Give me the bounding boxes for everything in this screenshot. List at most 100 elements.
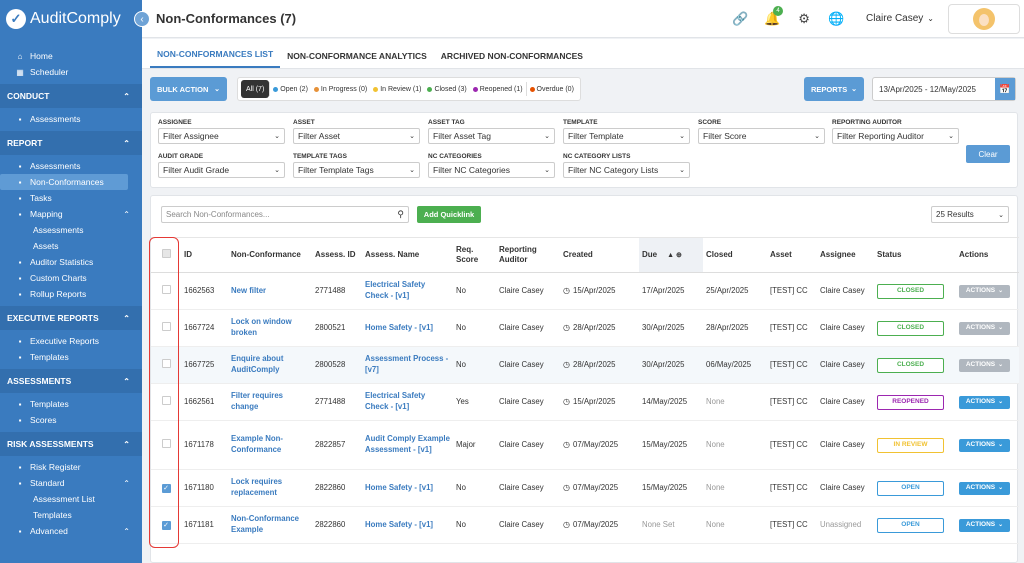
- column-header-assess-id[interactable]: Assess. ID: [312, 237, 362, 273]
- sidebar-item-assessment-list[interactable]: Assessment List: [0, 491, 142, 507]
- status-filter-chip[interactable]: Reopened (1): [470, 80, 526, 98]
- sidebar-item-assessments[interactable]: ▪ Assessments: [0, 111, 142, 127]
- sidebar-item-executive-reports[interactable]: ▪ Executive Reports: [0, 333, 142, 349]
- status-filter-chip[interactable]: Overdue (0): [527, 80, 577, 98]
- status-filter-chip[interactable]: In Review (1): [370, 80, 424, 98]
- bulk-action-button[interactable]: BULK ACTION ⌄: [150, 77, 227, 101]
- user-name[interactable]: Claire Casey: [866, 13, 923, 24]
- nc-title-link[interactable]: Filter requires change: [231, 391, 283, 411]
- filter-select[interactable]: Filter Asset ⌄: [293, 128, 420, 144]
- column-header-assignee[interactable]: Assignee: [817, 237, 874, 273]
- column-header-actions[interactable]: Actions: [956, 237, 1019, 273]
- filter-select[interactable]: Filter Asset Tag ⌄: [428, 128, 555, 144]
- column-header-created[interactable]: Created: [560, 237, 639, 273]
- sidebar-item-assessments[interactable]: Assessments: [0, 222, 142, 238]
- sidebar-item-scores[interactable]: ▪ Scores: [0, 412, 142, 428]
- filter-select[interactable]: Filter Assignee ⌄: [158, 128, 285, 144]
- row-checkbox[interactable]: [161, 395, 171, 405]
- sort-asc-icon[interactable]: ▲: [665, 252, 674, 259]
- chevron-up-icon[interactable]: ⌃: [123, 377, 130, 386]
- assessment-name-link[interactable]: Electrical Safety Check - [v1]: [365, 280, 425, 300]
- chevron-up-icon[interactable]: ⌃: [123, 210, 130, 219]
- sidebar-item-auditor-statistics[interactable]: ▪ Auditor Statistics: [0, 254, 142, 270]
- collapse-sidebar-button[interactable]: ‹: [134, 11, 150, 27]
- filter-select[interactable]: Filter Template ⌄: [563, 128, 690, 144]
- column-header-req-score[interactable]: Req. Score: [453, 237, 496, 273]
- table-row[interactable]: 1671178 Example Non-Conformance 2822857 Aud…: [151, 420, 1019, 470]
- gear-icon[interactable]: ⚙: [788, 11, 820, 27]
- row-actions-button[interactable]: ACTIONS ⌄: [959, 321, 1010, 335]
- assessment-name-link[interactable]: Audit Comply Example Assessment - [v1]: [365, 434, 450, 454]
- lock-icon[interactable]: ⊕: [674, 252, 682, 259]
- sidebar-item-custom-charts[interactable]: ▪ Custom Charts: [0, 270, 142, 286]
- row-actions-button[interactable]: ACTIONS ⌄: [959, 438, 1010, 452]
- table-row[interactable]: 1667725 Enquire about AuditComply 2800528 A…: [151, 346, 1019, 384]
- sidebar-item-advanced[interactable]: ▪ Advanced ⌃: [0, 523, 142, 539]
- sidebar-section-header[interactable]: REPORT ⌃: [0, 131, 142, 155]
- filter-select[interactable]: Filter Score ⌄: [698, 128, 825, 144]
- chevron-up-icon[interactable]: ⌃: [123, 92, 130, 101]
- sidebar-item-home[interactable]: ⌂ Home: [0, 48, 142, 64]
- status-filter-chip[interactable]: Closed (3): [424, 80, 469, 98]
- sidebar-item-templates[interactable]: ▪ Templates: [0, 349, 142, 365]
- row-checkbox[interactable]: [161, 321, 171, 331]
- filter-select[interactable]: Filter NC Categories ⌄: [428, 162, 555, 178]
- chevron-up-icon[interactable]: ⌃: [123, 314, 130, 323]
- row-checkbox[interactable]: [161, 284, 171, 294]
- table-row[interactable]: ✓ 1671180 Lock requires replacement 2822860…: [151, 469, 1019, 507]
- nc-title-link[interactable]: New filter: [231, 286, 266, 295]
- clear-filters-button[interactable]: Clear: [966, 145, 1010, 163]
- column-header-due[interactable]: Due ▲ ⊕: [639, 237, 703, 273]
- assessment-name-link[interactable]: Home Safety - [v1]: [365, 483, 433, 492]
- row-checkbox[interactable]: [161, 438, 171, 448]
- sidebar-item-standard[interactable]: ▪ Standard ⌃: [0, 475, 142, 491]
- sidebar-item-assets[interactable]: Assets: [0, 238, 142, 254]
- table-row[interactable]: 1667724 Lock on window broken 2800521 Home …: [151, 309, 1019, 347]
- select-all-checkbox[interactable]: [161, 249, 171, 258]
- column-header-closed[interactable]: Closed: [703, 237, 767, 273]
- filter-select[interactable]: Filter NC Category Lists ⌄: [563, 162, 690, 178]
- sidebar-item-rollup-reports[interactable]: ▪ Rollup Reports: [0, 286, 142, 302]
- row-checkbox[interactable]: ✓: [161, 520, 171, 530]
- status-filter-chip[interactable]: All (7): [241, 80, 270, 98]
- filter-select[interactable]: Filter Reporting Auditor ⌄: [832, 128, 959, 144]
- assessment-name-link[interactable]: Assessment Process - [v7]: [365, 354, 448, 374]
- assessment-name-link[interactable]: Electrical Safety Check - [v1]: [365, 391, 425, 411]
- status-filter-chip[interactable]: Open (2): [270, 80, 311, 98]
- sidebar-item-templates[interactable]: ▪ Templates: [0, 396, 142, 412]
- sidebar-item-mapping[interactable]: ▪ Mapping ⌃: [0, 206, 142, 222]
- sidebar-item-templates[interactable]: Templates: [0, 507, 142, 523]
- sidebar-item-tasks[interactable]: ▪ Tasks: [0, 190, 142, 206]
- sidebar-item-scheduler[interactable]: ▦ Scheduler: [0, 64, 142, 80]
- status-filter-chip[interactable]: In Progress (0): [311, 80, 370, 98]
- sidebar-item-risk-register[interactable]: ▪ Risk Register: [0, 459, 142, 475]
- sidebar-section-header[interactable]: CONDUCT ⌃: [0, 84, 142, 108]
- chevron-down-icon[interactable]: ⌄: [927, 14, 934, 23]
- table-row[interactable]: 1662563 New filter 2771488 Electrical Safet…: [151, 272, 1019, 310]
- search-input[interactable]: Search Non-Conformances... ⚲: [161, 206, 409, 223]
- column-header-id[interactable]: ID: [181, 237, 228, 273]
- add-quicklink-button[interactable]: Add Quicklink: [417, 206, 481, 223]
- nc-title-link[interactable]: Enquire about AuditComply: [231, 354, 283, 374]
- nc-title-link[interactable]: Lock on window broken: [231, 317, 292, 337]
- column-header-reporting-auditor[interactable]: Reporting Auditor: [496, 237, 560, 273]
- chevron-up-icon[interactable]: ⌃: [123, 479, 130, 488]
- sidebar-item-non-conformances[interactable]: ▪ Non-Conformances: [0, 174, 128, 190]
- nc-title-link[interactable]: Lock requires replacement: [231, 477, 282, 497]
- reports-button[interactable]: REPORTS ⌄: [804, 77, 864, 101]
- table-row[interactable]: 1662561 Filter requires change 2771488 Elec…: [151, 383, 1019, 421]
- date-range-picker[interactable]: 13/Apr/2025 - 12/May/2025 📅: [872, 77, 1016, 101]
- sidebar-item-assessments[interactable]: ▪ Assessments: [0, 158, 142, 174]
- tab-archived-non-conformances[interactable]: ARCHIVED NON-CONFORMANCES: [434, 51, 590, 68]
- assessment-name-link[interactable]: Home Safety - [v1]: [365, 520, 433, 529]
- row-checkbox[interactable]: [161, 358, 171, 368]
- column-header-non-conformance[interactable]: Non-Conformance: [228, 237, 312, 273]
- chevron-up-icon[interactable]: ⌃: [123, 139, 130, 148]
- link-icon[interactable]: 🔗: [724, 11, 756, 27]
- table-row[interactable]: ✓ 1671181 Non-Conformance Example 2822860 Ho…: [151, 506, 1019, 544]
- nc-title-link[interactable]: Non-Conformance Example: [231, 514, 299, 534]
- row-actions-button[interactable]: ACTIONS ⌄: [959, 518, 1010, 532]
- filter-select[interactable]: Filter Template Tags ⌄: [293, 162, 420, 178]
- results-per-page-select[interactable]: 25 Results ⌄: [931, 206, 1009, 223]
- row-checkbox[interactable]: ✓: [161, 483, 171, 493]
